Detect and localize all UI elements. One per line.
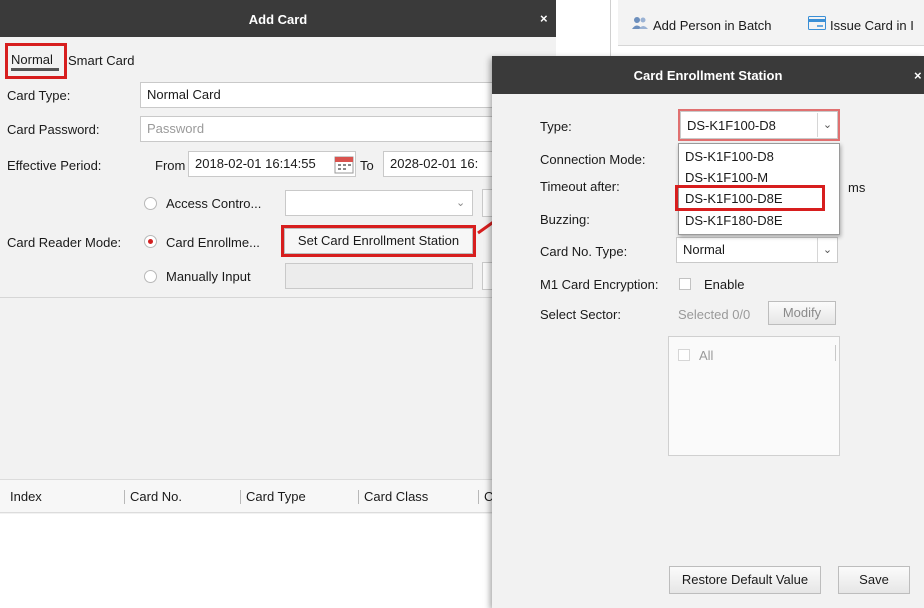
manual-card-input[interactable]: [285, 263, 473, 289]
column-separator: [478, 490, 479, 504]
column-header-index[interactable]: Index: [10, 489, 42, 504]
card-no-type-select[interactable]: Normal: [676, 237, 838, 263]
m1-enable-label: Enable: [704, 277, 745, 292]
sector-list: All: [668, 336, 840, 456]
add-card-title: Add Card: [248, 12, 308, 27]
connection-mode-label: Connection Mode:: [540, 152, 646, 167]
tab-normal[interactable]: Normal: [11, 52, 53, 67]
save-button[interactable]: Save: [838, 566, 910, 594]
chevron-down-icon: ⌄: [817, 113, 837, 137]
set-card-enrollment-station-button[interactable]: Set Card Enrollment Station: [284, 228, 473, 254]
card-no-type-label: Card No. Type:: [540, 244, 628, 259]
type-label: Type:: [540, 119, 572, 134]
card-type-label: Card Type:: [7, 88, 71, 103]
card-table-body: [0, 514, 556, 608]
type-option[interactable]: DS-K1F100-D8: [679, 146, 839, 167]
card-password-input[interactable]: Password: [140, 116, 500, 142]
column-header-card-type[interactable]: Card Type: [246, 489, 306, 504]
from-datetime-input[interactable]: 2018-02-01 16:14:55: [188, 151, 356, 177]
chevron-down-icon: ⌄: [456, 197, 466, 209]
restore-default-button[interactable]: Restore Default Value: [669, 566, 821, 594]
issue-card-button[interactable]: Issue Card in I: [830, 18, 914, 33]
access-controller-radio[interactable]: [144, 197, 157, 210]
type-option-red-highlight: [675, 185, 825, 211]
column-header-card-class[interactable]: Card Class: [364, 489, 428, 504]
add-card-titlebar: Add Card ×: [0, 0, 556, 37]
column-header-card-no[interactable]: Card No.: [130, 489, 182, 504]
card-enrollment-station-dialog: Card Enrollment Station × Type: DS-K1F10…: [492, 56, 924, 608]
list-column-separator: [835, 345, 836, 361]
card-type-field[interactable]: Normal Card: [140, 82, 500, 108]
add-card-dialog: Add Card × Normal Smart Card Card Type: …: [0, 0, 556, 608]
m1-enable-checkbox[interactable]: [679, 278, 691, 290]
buzzing-label: Buzzing:: [540, 212, 590, 227]
type-option[interactable]: DS-K1F180-D8E: [679, 210, 839, 231]
card-enrollment-radio[interactable]: [144, 235, 157, 248]
add-person-batch-button[interactable]: Add Person in Batch: [653, 18, 772, 33]
access-controller-label: Access Contro...: [166, 196, 262, 211]
close-icon[interactable]: ×: [540, 11, 548, 26]
timeout-unit: ms: [848, 180, 866, 195]
type-select[interactable]: DS-K1F100-D8: [680, 111, 838, 139]
column-separator: [358, 490, 359, 504]
manually-input-label: Manually Input: [166, 269, 251, 284]
m1-encryption-label: M1 Card Encryption:: [540, 277, 659, 292]
effective-period-label: Effective Period:: [7, 158, 102, 173]
ces-title: Card Enrollment Station: [633, 68, 783, 83]
all-checkbox[interactable]: [678, 349, 690, 361]
selected-count: Selected 0/0: [678, 307, 751, 322]
issue-card-icon: [808, 16, 826, 33]
from-label: From: [155, 158, 186, 173]
tab-smart-card[interactable]: Smart Card: [68, 53, 134, 68]
card-reader-mode-label: Card Reader Mode:: [7, 235, 122, 250]
add-person-batch-icon: [632, 16, 648, 33]
timeout-label: Timeout after:: [540, 179, 620, 194]
column-separator: [240, 490, 241, 504]
modify-button[interactable]: Modify: [768, 301, 836, 325]
card-enrollment-label: Card Enrollme...: [166, 235, 260, 250]
to-datetime-input[interactable]: 2028-02-01 16:: [383, 151, 498, 177]
ces-close-icon[interactable]: ×: [914, 68, 922, 83]
divider: [0, 297, 556, 298]
column-separator: [124, 490, 125, 504]
chevron-down-icon: ⌄: [817, 238, 837, 262]
select-sector-label: Select Sector:: [540, 307, 621, 322]
to-label: To: [360, 158, 374, 173]
manually-input-radio[interactable]: [144, 270, 157, 283]
all-label: All: [699, 348, 714, 363]
card-password-label: Card Password:: [7, 122, 100, 137]
ces-titlebar: Card Enrollment Station ×: [492, 56, 924, 94]
access-controller-select[interactable]: [285, 190, 473, 216]
card-table-header: Index Card No. Card Type Card Class C: [0, 479, 556, 513]
calendar-icon[interactable]: [334, 154, 354, 177]
tab-underline: [11, 68, 59, 71]
